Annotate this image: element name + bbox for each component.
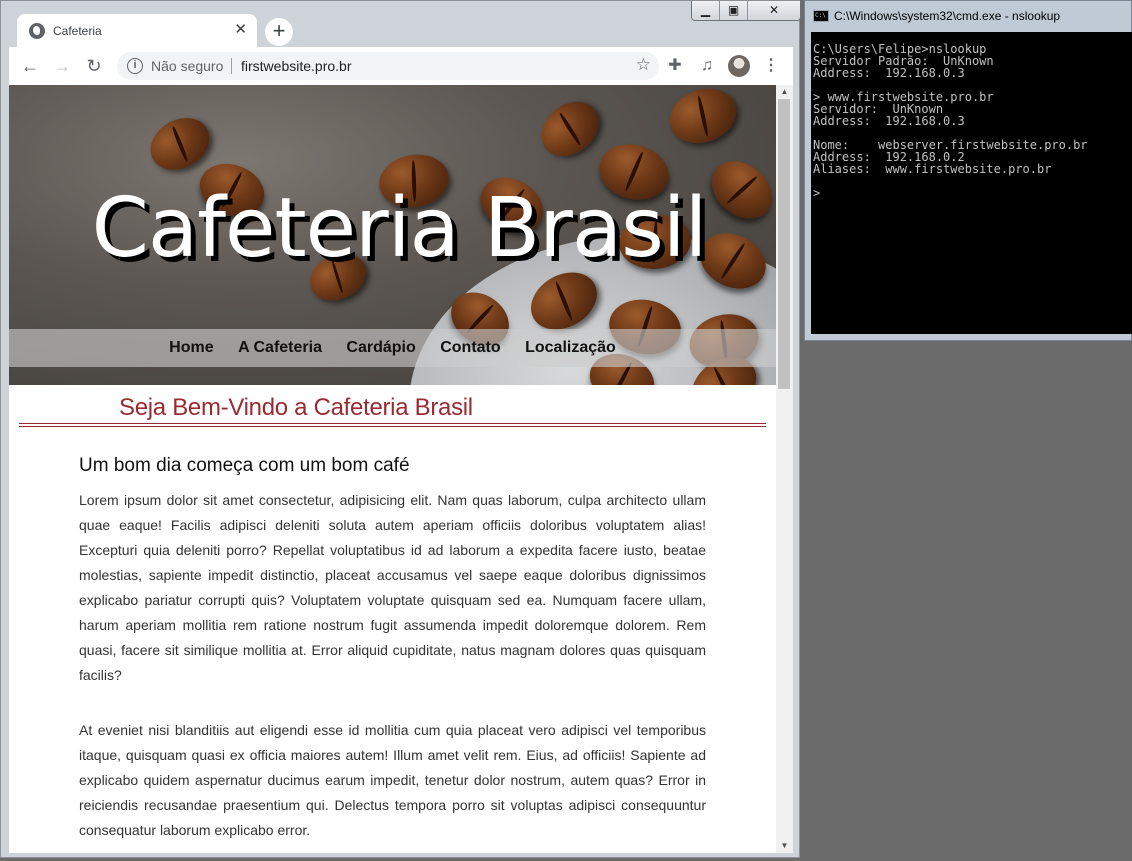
terminal-icon: C:\ bbox=[813, 10, 829, 22]
back-arrow-icon[interactable]: ← bbox=[19, 55, 41, 77]
console-output[interactable]: C:\Users\Felipe>nslookup Servidor Padrão… bbox=[811, 32, 1132, 334]
tab-cafeteria[interactable]: Cafeteria ✕ bbox=[17, 14, 257, 48]
globe-icon bbox=[29, 23, 45, 39]
address-bar[interactable]: i Não seguro firstwebsite.pro.br ☆ bbox=[117, 52, 659, 80]
nav-link-cardapio[interactable]: Cardápio bbox=[346, 329, 415, 367]
info-icon[interactable]: i bbox=[127, 58, 143, 74]
nav-link-a-cafeteria[interactable]: A Cafeteria bbox=[238, 329, 322, 367]
cmd-window: C:\ C:\Windows\system32\cmd.exe - nslook… bbox=[804, 0, 1132, 341]
site-nav: Home A Cafeteria Cardápio Contato Locali… bbox=[9, 329, 776, 367]
media-queue-icon[interactable]: ♫ bbox=[696, 55, 718, 77]
console-line: Address: 192.168.0.3 bbox=[813, 66, 965, 80]
new-tab-button[interactable]: + bbox=[265, 18, 293, 46]
maximize-button[interactable]: ▣ bbox=[720, 1, 748, 20]
divider bbox=[19, 423, 766, 427]
nav-link-localizacao[interactable]: Localização bbox=[525, 329, 616, 367]
nav-link-home[interactable]: Home bbox=[169, 329, 213, 367]
paragraph: Lorem ipsum dolor sit amet consectetur, … bbox=[79, 492, 706, 683]
url-text[interactable]: firstwebsite.pro.br bbox=[241, 58, 351, 74]
main-content: Um bom dia começa com um bom café Lorem … bbox=[79, 455, 706, 853]
coffee-bean-image bbox=[530, 90, 610, 168]
kebab-menu-icon[interactable]: ⋮ bbox=[760, 55, 782, 77]
page-viewport: Cafeteria Brasil Home A Cafeteria Cardáp… bbox=[9, 85, 793, 853]
scrollbar-thumb[interactable] bbox=[778, 99, 790, 389]
browser-toolbar: ← → ↻ i Não seguro firstwebsite.pro.br ☆… bbox=[9, 47, 793, 85]
close-icon[interactable]: ✕ bbox=[234, 22, 247, 38]
close-window-button[interactable]: ✕ bbox=[748, 1, 800, 20]
browser-window: Cafeteria ✕ + ▁ ▣ ✕ ← → ↻ i Não seguro f… bbox=[0, 0, 801, 858]
forward-arrow-icon[interactable]: → bbox=[51, 55, 73, 77]
star-icon[interactable]: ☆ bbox=[636, 55, 651, 75]
tab-strip: Cafeteria ✕ + ▁ ▣ ✕ bbox=[1, 1, 801, 48]
console-line: Address: 192.168.0.3 bbox=[813, 114, 965, 128]
hero-title: Cafeteria Brasil bbox=[91, 181, 708, 276]
avatar[interactable] bbox=[728, 55, 750, 77]
welcome-heading: Seja Bem-Vindo a Cafeteria Brasil bbox=[119, 394, 473, 421]
reload-icon[interactable]: ↻ bbox=[83, 55, 105, 77]
puzzle-icon[interactable]: ✚ bbox=[664, 55, 686, 77]
paragraph: At eveniet nisi blanditiis aut eligendi … bbox=[79, 722, 706, 838]
section-heading: Um bom dia começa com um bom café bbox=[79, 455, 410, 476]
console-line: > bbox=[813, 186, 821, 200]
console-line: Aliases: www.firstwebsite.pro.br bbox=[813, 162, 1052, 176]
divider bbox=[231, 58, 232, 74]
nav-link-contato[interactable]: Contato bbox=[440, 329, 500, 367]
cmd-title: C:\Windows\system32\cmd.exe - nslookup bbox=[834, 9, 1061, 23]
minimize-button[interactable]: ▁ bbox=[692, 1, 720, 20]
tab-title: Cafeteria bbox=[53, 24, 102, 38]
scroll-down-icon[interactable]: ▼ bbox=[776, 839, 793, 853]
security-label[interactable]: Não seguro bbox=[151, 58, 223, 74]
plus-icon: + bbox=[272, 18, 286, 43]
coffee-bean-image bbox=[662, 85, 744, 153]
window-controls: ▁ ▣ ✕ bbox=[691, 1, 801, 21]
page-scrollbar[interactable]: ▲ ▼ bbox=[776, 85, 793, 853]
cmd-titlebar[interactable]: C:\ C:\Windows\system32\cmd.exe - nslook… bbox=[805, 1, 1131, 32]
hero-banner: Cafeteria Brasil Home A Cafeteria Cardáp… bbox=[9, 85, 776, 385]
scroll-up-icon[interactable]: ▲ bbox=[776, 85, 793, 99]
